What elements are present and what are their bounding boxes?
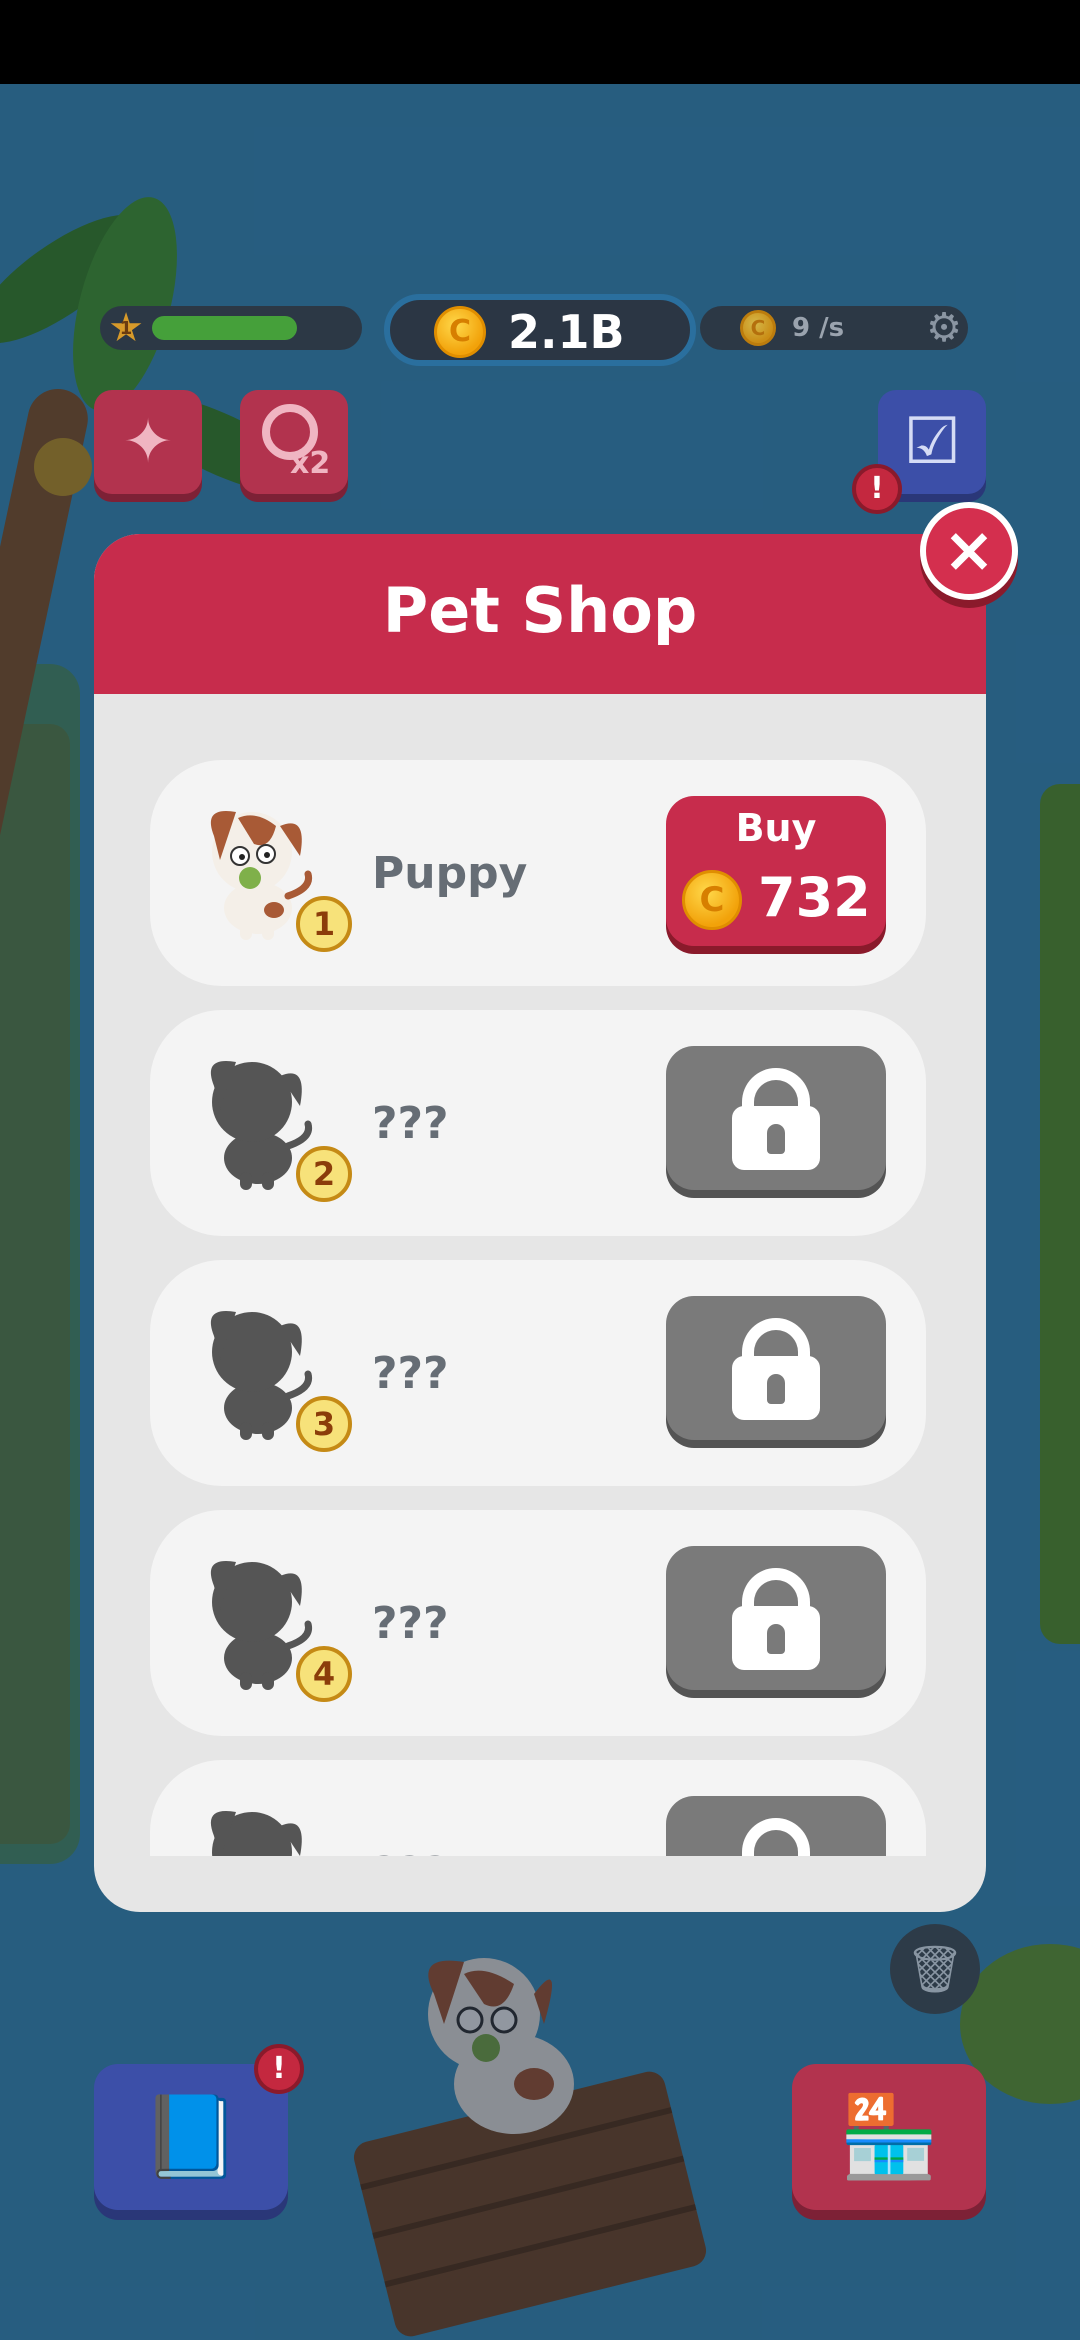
- income-rate-value: 9 /s: [792, 313, 845, 343]
- buy-label: Buy: [735, 806, 817, 850]
- coin-icon: C: [434, 306, 486, 358]
- buy-button[interactable]: Buy C 732: [666, 796, 886, 946]
- locked-button[interactable]: [666, 1546, 886, 1690]
- status-bar: [0, 0, 1080, 84]
- double-coins-button[interactable]: x2: [240, 390, 348, 494]
- dialog-header: Pet Shop: [94, 534, 986, 694]
- pet-level-badge: 3: [296, 1396, 352, 1452]
- pet-book-alert-badge: !: [254, 2044, 304, 2094]
- buy-price: 732: [758, 866, 871, 929]
- pet-name: ???: [372, 1598, 449, 1649]
- level-bar: ★ 1: [100, 306, 362, 350]
- pet-shop-button[interactable]: 🏪: [792, 2064, 986, 2210]
- level-progress-fill: [152, 316, 297, 340]
- pet-name: ???: [372, 1098, 449, 1149]
- pet-level-badge: 1: [296, 896, 352, 952]
- pet-level-badge: 4: [296, 1646, 352, 1702]
- pet-shop-dialog: Pet Shop 1PuppyBuyC7322???3???4???5???: [94, 534, 986, 1912]
- coin-balance-value: 2.1B: [508, 305, 625, 359]
- dialog-title: Pet Shop: [382, 574, 698, 647]
- coin-balance: C 2.1B: [384, 294, 696, 366]
- shop-icon: 🏪: [839, 2090, 939, 2183]
- magic-wand-icon: ✦: [122, 407, 174, 477]
- close-button[interactable]: ×: [920, 502, 1018, 600]
- checklist-icon: ☑: [903, 405, 961, 479]
- pet-list[interactable]: 1PuppyBuyC7322???3???4???5???: [150, 760, 930, 1856]
- locked-pet-silhouette-icon: [196, 1796, 326, 1856]
- pet-level-badge: 2: [296, 1146, 352, 1202]
- gear-icon[interactable]: ⚙: [922, 306, 966, 350]
- x2-label: x2: [290, 446, 331, 481]
- pet-book-button[interactable]: 📘: [94, 2064, 288, 2210]
- trash-button[interactable]: 🗑: [890, 1924, 980, 2014]
- pet-row: 2???: [150, 1010, 926, 1236]
- locked-button[interactable]: [666, 1046, 886, 1190]
- locked-button[interactable]: [666, 1796, 886, 1856]
- income-rate: C 9 /s ⚙: [700, 306, 968, 350]
- pet-name: Puppy: [372, 848, 528, 899]
- paw-book-icon: 📘: [141, 2090, 241, 2183]
- coin-icon: C: [740, 310, 776, 346]
- pet-name: ???: [372, 1848, 449, 1856]
- locked-button[interactable]: [666, 1296, 886, 1440]
- pet-row: 1 Puppy Buy C 732: [150, 760, 926, 986]
- pet-row: 3???: [150, 1260, 926, 1486]
- tasks-alert-badge: !: [852, 464, 902, 514]
- coin-icon: C: [682, 870, 742, 930]
- pet-name: ???: [372, 1348, 449, 1399]
- level-number: 1: [119, 318, 133, 339]
- trash-icon: 🗑: [905, 1942, 965, 1996]
- magic-wand-button[interactable]: ✦: [94, 390, 202, 494]
- pet-row: 5???: [150, 1760, 926, 1856]
- pet-row: 4???: [150, 1510, 926, 1736]
